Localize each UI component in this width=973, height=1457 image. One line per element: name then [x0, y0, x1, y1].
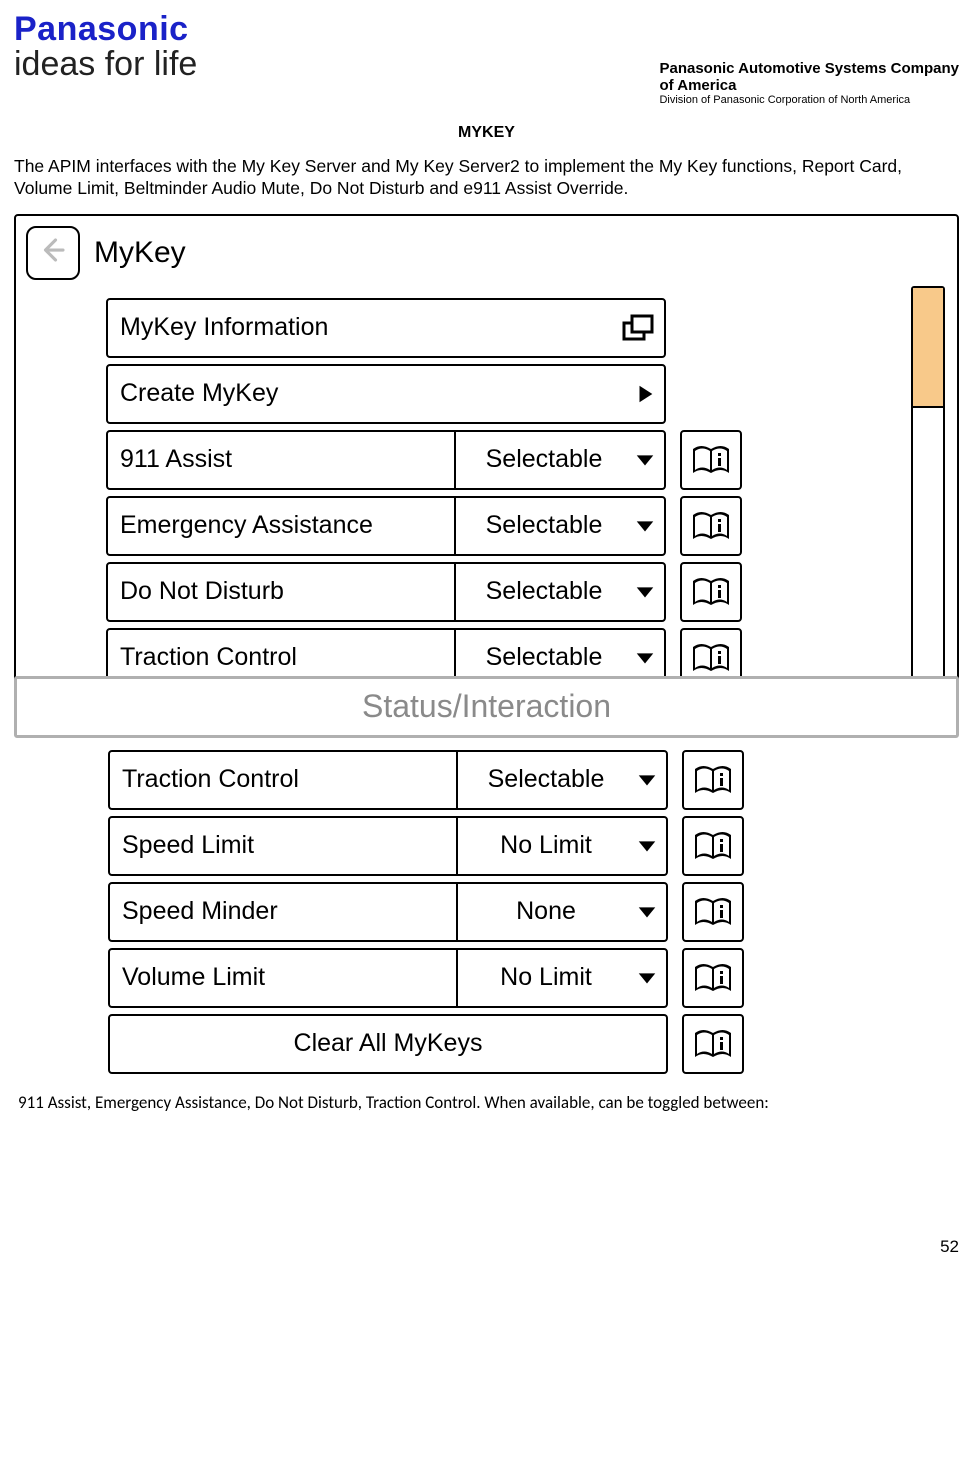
row-label: Do Not Disturb: [108, 577, 454, 606]
info-button[interactable]: [680, 562, 742, 622]
back-button[interactable]: [26, 226, 80, 280]
footer-paragraph: 911 Assist, Emergency Assistance, Do Not…: [18, 1092, 955, 1113]
info-button[interactable]: [680, 496, 742, 556]
chevron-down-icon: [634, 581, 656, 603]
chevron-down-icon: [634, 449, 656, 471]
settings-list-bottom: Traction Control Selectable: [14, 750, 959, 1074]
row-label: 911 Assist: [108, 445, 454, 474]
info-button[interactable]: [682, 882, 744, 942]
intro-paragraph: The APIM interfaces with the My Key Serv…: [14, 156, 959, 200]
row-label: Speed Minder: [110, 897, 456, 926]
dropdown-value: No Limit: [466, 963, 626, 992]
row-volume-limit: Volume Limit No Limit: [108, 948, 939, 1008]
book-info-icon: [692, 1027, 734, 1061]
emergency-assistance-dropdown[interactable]: Selectable: [454, 498, 664, 554]
book-info-icon: [692, 895, 734, 929]
chevron-down-icon: [636, 901, 658, 923]
info-button[interactable]: [682, 816, 744, 876]
row-mykey-information: MyKey Information: [106, 298, 937, 358]
settings-list-top: MyKey Information Create MyKey: [26, 298, 947, 688]
company-line3: Division of Panasonic Corporation of Nor…: [659, 94, 959, 106]
row-label: Traction Control: [108, 643, 454, 672]
row-clear-all-mykeys: Clear All MyKeys: [108, 1014, 939, 1074]
volume-limit-setting: Volume Limit No Limit: [108, 948, 668, 1008]
row-label: Create MyKey: [108, 379, 616, 408]
info-button[interactable]: [682, 948, 744, 1008]
emergency-assistance-setting: Emergency Assistance Selectable: [106, 496, 666, 556]
arrow-right-icon: [634, 383, 656, 405]
row-speed-limit: Speed Limit No Limit: [108, 816, 939, 876]
row-traction-control: Traction Control Selectable: [108, 750, 939, 810]
dropdown-value: Selectable: [464, 511, 624, 540]
row-label: Emergency Assistance: [108, 511, 454, 540]
book-info-icon: [692, 961, 734, 995]
traction-control-setting: Traction Control Selectable: [108, 750, 668, 810]
brand-tagline: ideas for life: [14, 46, 197, 83]
row-label: MyKey Information: [108, 313, 616, 342]
dropdown-value: Selectable: [464, 577, 624, 606]
popup-icon: [622, 314, 656, 342]
volume-limit-dropdown[interactable]: No Limit: [456, 950, 666, 1006]
911-assist-dropdown[interactable]: Selectable: [454, 432, 664, 488]
row-label: Clear All MyKeys: [110, 1029, 666, 1058]
status-interaction-bar: Status/Interaction: [14, 676, 959, 738]
dropdown-value: Selectable: [464, 445, 624, 474]
info-button[interactable]: [680, 430, 742, 490]
info-button[interactable]: [682, 1014, 744, 1074]
chevron-down-icon: [636, 967, 658, 989]
page-number: 52: [940, 1237, 959, 1257]
company-block: Panasonic Automotive Systems Company of …: [659, 60, 959, 106]
row-label: Volume Limit: [110, 963, 456, 992]
traction-control-dropdown[interactable]: Selectable: [456, 752, 666, 808]
book-info-icon: [690, 443, 732, 477]
info-button[interactable]: [682, 750, 744, 810]
row-911-assist: 911 Assist Selectable: [106, 430, 937, 490]
speed-limit-setting: Speed Limit No Limit: [108, 816, 668, 876]
brand-name: Panasonic: [14, 12, 197, 46]
mykey-screen: MyKey MyKey Information: [14, 214, 959, 714]
book-info-icon: [690, 575, 732, 609]
mykey-information-button[interactable]: MyKey Information: [106, 298, 666, 358]
chevron-down-icon: [634, 515, 656, 537]
row-create-mykey: Create MyKey: [106, 364, 937, 424]
chevron-down-icon: [636, 769, 658, 791]
row-speed-minder: Speed Minder None: [108, 882, 939, 942]
clear-all-mykeys-button[interactable]: Clear All MyKeys: [108, 1014, 668, 1074]
do-not-disturb-setting: Do Not Disturb Selectable: [106, 562, 666, 622]
chevron-down-icon: [636, 835, 658, 857]
speed-minder-dropdown[interactable]: None: [456, 884, 666, 940]
row-label: Speed Limit: [110, 831, 456, 860]
row-emergency-assistance: Emergency Assistance Selectable: [106, 496, 937, 556]
arrow-left-icon: [38, 235, 68, 270]
book-info-icon: [692, 829, 734, 863]
row-do-not-disturb: Do Not Disturb Selectable: [106, 562, 937, 622]
book-info-icon: [690, 509, 732, 543]
speed-limit-dropdown[interactable]: No Limit: [456, 818, 666, 874]
company-line1: Panasonic Automotive Systems Company: [659, 60, 959, 77]
do-not-disturb-dropdown[interactable]: Selectable: [454, 564, 664, 620]
dropdown-value: Selectable: [464, 643, 624, 672]
book-info-icon: [690, 641, 732, 675]
speed-minder-setting: Speed Minder None: [108, 882, 668, 942]
company-line2: of America: [659, 77, 959, 94]
book-info-icon: [692, 763, 734, 797]
chevron-down-icon: [634, 647, 656, 669]
section-title: MYKEY: [14, 124, 959, 142]
document-header: Panasonic ideas for life Panasonic Autom…: [14, 12, 959, 106]
status-bar-label: Status/Interaction: [362, 688, 611, 725]
dropdown-value: Selectable: [466, 765, 626, 794]
row-label: Traction Control: [110, 765, 456, 794]
911-assist-setting: 911 Assist Selectable: [106, 430, 666, 490]
dropdown-value: No Limit: [466, 831, 626, 860]
screen-title: MyKey: [94, 236, 186, 270]
create-mykey-button[interactable]: Create MyKey: [106, 364, 666, 424]
dropdown-value: None: [466, 897, 626, 926]
